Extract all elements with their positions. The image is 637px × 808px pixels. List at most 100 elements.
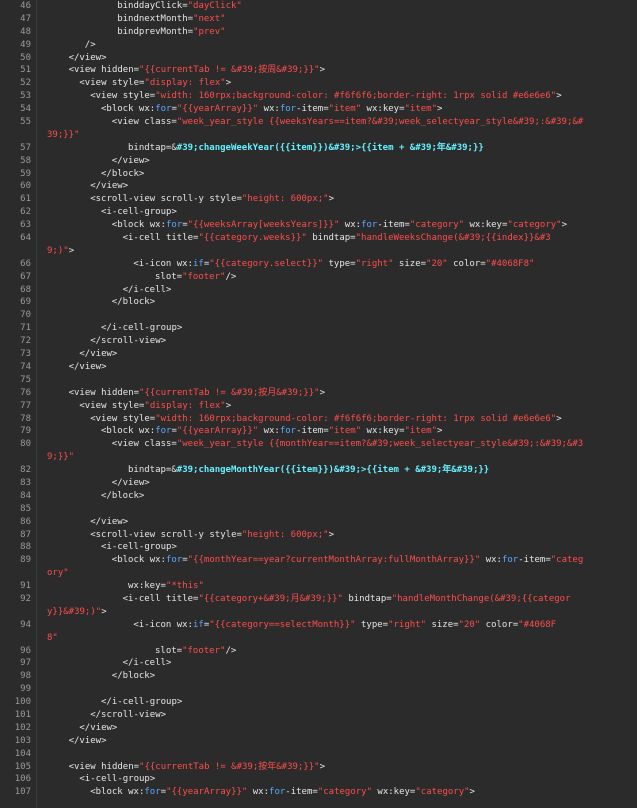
code-token: "{{category.select}}" — [209, 258, 324, 269]
code-text: bindprevMonth="prev" — [47, 26, 631, 39]
code-token: bindprevMonth= — [117, 26, 194, 37]
code-line[interactable]: 47 bindnextMonth="next" — [0, 13, 637, 26]
code-line[interactable]: y}}&#39;)"> — [0, 606, 637, 619]
code-line[interactable]: 102 </view> — [0, 722, 637, 735]
code-text: </view> — [47, 735, 631, 748]
code-line[interactable]: 107 <block wx:for="{{yearArray}}" wx:for-… — [0, 786, 637, 799]
code-line[interactable]: 94 <i-icon wx:if="{{category==selectMonth… — [0, 619, 637, 632]
code-line[interactable]: 86 </view> — [0, 516, 637, 529]
code-token: </i-cell> — [122, 658, 172, 669]
code-line[interactable]: 77 <view style="display: flex"> — [0, 400, 637, 413]
code-text: </i-cell-group> — [47, 322, 631, 335]
line-number: 92 — [20, 593, 31, 604]
code-line[interactable]: 54 <block wx:for="{{yearArray}}" wx:for-i… — [0, 103, 637, 116]
code-token: "footer" — [182, 271, 226, 282]
code-text: <i-icon wx:if="{{category==selectMonth}}… — [47, 619, 631, 632]
code-line[interactable]: 89 <block wx:for="{{monthYear==year?curre… — [0, 554, 637, 567]
code-token: binddayClick= — [117, 1, 188, 11]
code-line[interactable]: 74 </view> — [0, 361, 637, 374]
code-line[interactable]: 39;}}" — [0, 129, 637, 142]
code-line[interactable]: 68 </i-cell> — [0, 284, 637, 297]
code-line[interactable]: 52 <view style="display: flex"> — [0, 77, 637, 90]
code-line[interactable]: 84 </block> — [0, 490, 637, 503]
code-token: </view> — [79, 722, 118, 733]
code-line[interactable]: 62 <i-cell-group> — [0, 206, 637, 219]
code-token: 9;}}" — [47, 452, 75, 463]
code-line[interactable]: 92 <i-cell title="{{category+&#39;月&#39;}… — [0, 593, 637, 606]
code-line[interactable]: 97 </i-cell> — [0, 657, 637, 670]
code-line[interactable]: 63 <block wx:for="{{weeksArray[weeksYears… — [0, 219, 637, 232]
code-line[interactable]: 80 <view class="week_year_style {{monthYe… — [0, 438, 637, 451]
code-line[interactable]: 9;}}" — [0, 451, 637, 464]
code-line[interactable]: 78 <view style="width: 160rpx;background-… — [0, 413, 637, 426]
code-line[interactable]: 76 <view hidden="{{currentTab != &#39;按月&… — [0, 387, 637, 400]
line-number: 101 — [14, 709, 31, 720]
code-line[interactable]: 70 — [0, 309, 637, 322]
code-line[interactable]: 79 <block wx:for="{{yearArray}}" wx:for-i… — [0, 425, 637, 438]
code-line[interactable]: 103 </view> — [0, 735, 637, 748]
code-line[interactable]: 99 — [0, 683, 637, 696]
code-line[interactable]: ory" — [0, 567, 637, 580]
code-token: <i-cell-group> — [101, 207, 177, 218]
code-line[interactable]: 105 <view hidden="{{currentTab != &#39;按年… — [0, 761, 637, 774]
code-token: <i-cell title= — [122, 233, 199, 244]
code-line[interactable]: 100 </i-cell-group> — [0, 696, 637, 709]
code-line[interactable]: 98 </block> — [0, 670, 637, 683]
code-editor[interactable]: 46 binddayClick="dayClick" 47 bindnextMonth… — [0, 0, 637, 808]
line-number: 49 — [20, 39, 31, 50]
code-line[interactable]: 66 <i-icon wx:if="{{category.select}}" ty… — [0, 258, 637, 271]
code-text: <view hidden="{{currentTab != &#39;按月&#3… — [47, 387, 631, 400]
code-token: -item= — [296, 426, 329, 437]
code-line[interactable]: 60 </view> — [0, 180, 637, 193]
code-line[interactable]: 88 <i-cell-group> — [0, 541, 637, 554]
code-line[interactable]: 49 /> — [0, 39, 637, 52]
code-line[interactable]: 48 bindprevMonth="prev" — [0, 26, 637, 39]
code-line[interactable]: 9;)"> — [0, 245, 637, 258]
code-line[interactable]: 67 slot="footer"/> — [0, 271, 637, 284]
code-token: "week_year_style {{weeksYears==item?&#39… — [176, 117, 584, 128]
code-line[interactable]: 106 <i-cell-group> — [0, 773, 637, 786]
code-line[interactable]: 61 <scroll-view scroll-y style="height: 6… — [0, 193, 637, 206]
code-line[interactable]: 91 wx:key="*this" — [0, 580, 637, 593]
code-line[interactable]: 87 <scroll-view scroll-y style="height: 6… — [0, 529, 637, 542]
code-line[interactable]: 50 </view> — [0, 52, 637, 65]
code-text: </view> — [47, 155, 631, 168]
code-line[interactable]: 57 bindtap=&#39;changeWeekYear({{item}})&… — [0, 142, 637, 155]
code-line[interactable]: 58 </view> — [0, 155, 637, 168]
line-number: 102 — [14, 722, 31, 733]
code-token: "{{category.weeks}}" — [198, 233, 307, 244]
code-line[interactable]: 59 </block> — [0, 168, 637, 181]
code-line[interactable]: 55 <view class="week_year_style {{weeksYe… — [0, 116, 637, 129]
code-token: <view hidden= — [68, 761, 140, 772]
code-line[interactable]: 96 slot="footer"/> — [0, 645, 637, 658]
code-token: <block wx: — [101, 426, 156, 437]
code-line[interactable]: 46 binddayClick="dayClick" — [0, 0, 637, 13]
code-token: type= — [323, 258, 356, 269]
code-token: <view class= — [111, 117, 177, 128]
line-number: 98 — [20, 671, 31, 682]
code-line[interactable]: 82 bindtap=&#39;changeMonthYear({{item}})… — [0, 464, 637, 477]
line-number: 64 — [20, 233, 31, 244]
code-line[interactable]: 72 </scroll-view> — [0, 335, 637, 348]
code-token: </view> — [68, 735, 107, 746]
code-text: </view> — [47, 477, 631, 490]
code-token: "*this" — [165, 581, 204, 592]
code-line[interactable]: 51 <view hidden="{{currentTab != &#39;按周&… — [0, 64, 637, 77]
code-line[interactable]: 8" — [0, 632, 637, 645]
code-token: "{{yearArray}}" — [176, 426, 259, 437]
code-token: <i-cell-group> — [101, 542, 177, 553]
code-line[interactable]: 73 </view> — [0, 348, 637, 361]
code-line[interactable]: 104 — [0, 748, 637, 761]
code-area[interactable]: 46 binddayClick="dayClick" 47 bindnextMonth… — [0, 0, 637, 799]
code-text: </i-cell> — [47, 657, 631, 670]
code-line[interactable]: 53 <view style="width: 160rpx;background-… — [0, 90, 637, 103]
code-line[interactable]: 69 </block> — [0, 296, 637, 309]
code-line[interactable]: 83 </view> — [0, 477, 637, 490]
code-line[interactable]: 75 — [0, 374, 637, 387]
code-line[interactable]: 71 </i-cell-group> — [0, 322, 637, 335]
code-line[interactable]: 64 <i-cell title="{{category.weeks}}" bin… — [0, 232, 637, 245]
code-line[interactable]: 101 </scroll-view> — [0, 709, 637, 722]
code-token: wx:key= — [372, 787, 416, 798]
code-token: "dayClick" — [187, 1, 242, 11]
code-line[interactable]: 85 — [0, 503, 637, 516]
